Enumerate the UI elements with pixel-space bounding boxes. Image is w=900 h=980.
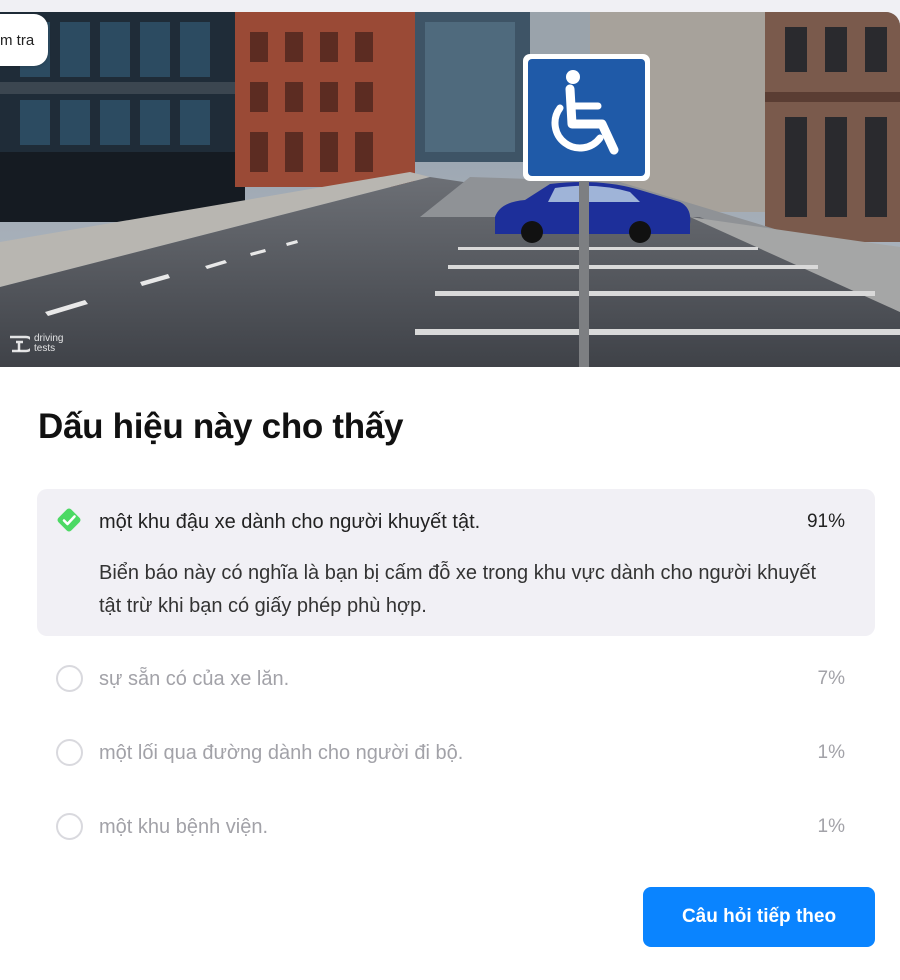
answer-percent: 7% [817, 668, 845, 689]
radio-circle-icon [56, 739, 83, 766]
radio-circle-icon [56, 813, 83, 840]
wheelchair-icon [523, 54, 650, 181]
driving-tests-logo-icon [10, 335, 30, 353]
next-question-label: Câu hỏi tiếp theo [681, 906, 837, 927]
exam-mode-label: m tra [0, 31, 35, 49]
street-scene-illustration [0, 12, 900, 367]
answer-percent: 1% [817, 742, 845, 763]
next-question-button[interactable]: Câu hỏi tiếp theo [643, 887, 875, 947]
answer-label: một lối qua đường dành cho người đi bộ. [99, 742, 464, 764]
answer-label: sự sẵn có của xe lăn. [99, 668, 290, 690]
watermark: driving tests [8, 334, 74, 354]
watermark-text: driving tests [34, 333, 64, 354]
answer-option[interactable]: sự sẵn có của xe lăn. 7% [37, 656, 875, 702]
check-icon [57, 508, 81, 532]
answer-explanation: Biển báo này có nghĩa là bạn bị cấm đỗ x… [99, 562, 817, 617]
answer-percent: 1% [817, 816, 845, 837]
answer-label: một khu đậu xe dành cho người khuyết tật… [99, 511, 481, 533]
radio-circle-icon [56, 665, 83, 692]
answer-option[interactable]: một lối qua đường dành cho người đi bộ. … [37, 730, 875, 776]
answer-option-correct[interactable]: một khu đậu xe dành cho người khuyết tật… [37, 489, 875, 636]
answer-label: một khu bệnh viện. [99, 816, 268, 838]
question-title: Dấu hiệu này cho thấy [38, 407, 404, 446]
answer-option[interactable]: một khu bệnh viện. 1% [37, 804, 875, 850]
question-card: m tra driving tests Dấu hiệu này cho thấ… [0, 12, 900, 980]
question-image: m tra driving tests [0, 12, 900, 367]
exam-mode-chip[interactable]: m tra [0, 14, 49, 66]
answer-percent: 91% [806, 511, 845, 532]
